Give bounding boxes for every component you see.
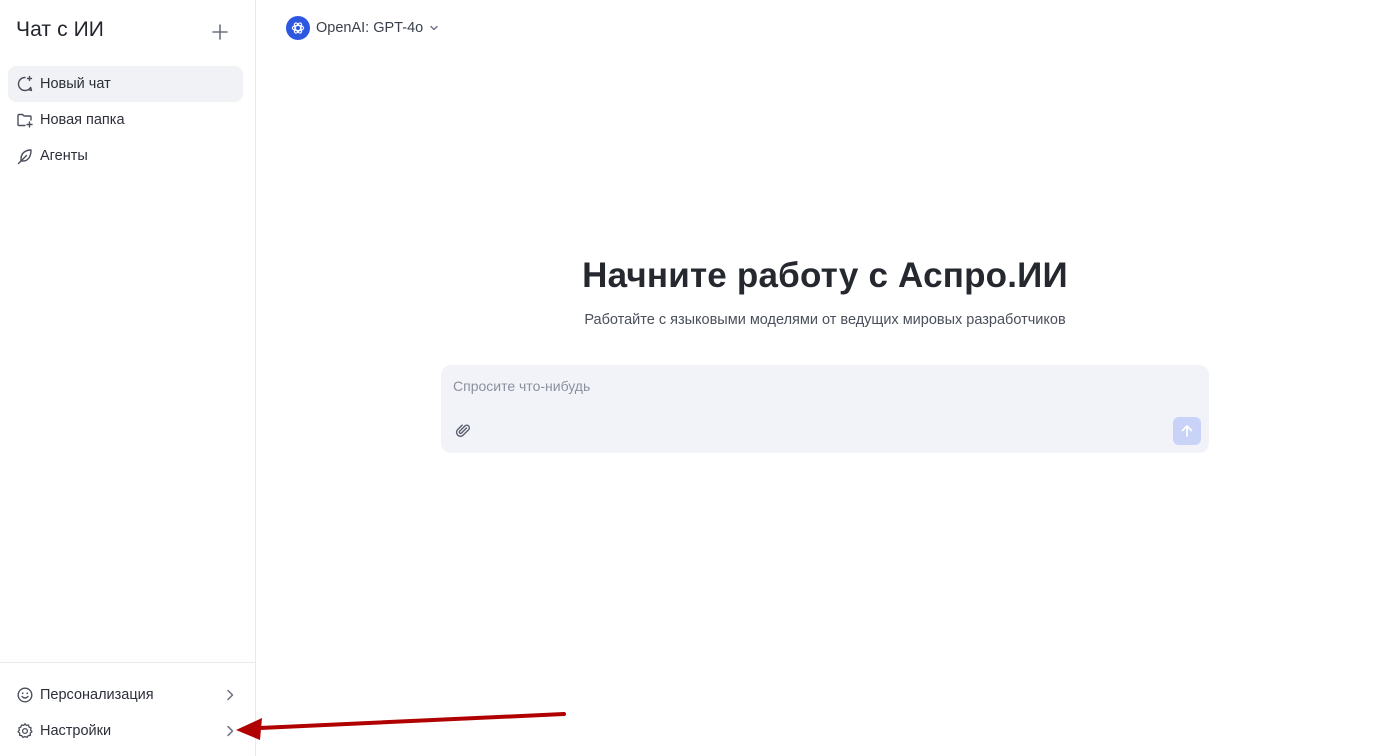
sidebar-item-label: Персонализация	[40, 687, 154, 703]
sidebar-title: Чат с ИИ	[16, 18, 104, 41]
sidebar-item-new-chat[interactable]: Новый чат	[8, 66, 243, 102]
hero-subtitle: Работайте с языковыми моделями от ведущи…	[584, 312, 1066, 328]
sidebar-item-new-folder[interactable]: Новая папка	[8, 102, 243, 138]
sidebar-nav: Новый чат Новая папка Агенты	[8, 66, 243, 174]
arrow-up-icon	[1181, 425, 1193, 437]
sidebar-item-label: Новый чат	[40, 76, 111, 92]
sidebar-item-label: Настройки	[40, 723, 112, 739]
plus-icon	[212, 24, 228, 40]
sidebar-item-agents[interactable]: Агенты	[8, 138, 243, 174]
new-chat-plus-button[interactable]	[206, 18, 234, 46]
sidebar-item-label: Агенты	[40, 148, 88, 164]
chevron-right-icon	[227, 725, 234, 737]
attach-button[interactable]	[453, 421, 473, 441]
app-window: Чат с ИИ Новый чат Новая папка Агенты Пе…	[0, 0, 1388, 756]
feather-icon	[16, 147, 34, 165]
openai-logo-icon	[286, 16, 310, 40]
sidebar-item-personalization[interactable]: Персонализация	[8, 677, 243, 713]
gear-icon	[16, 722, 34, 740]
chevron-right-icon	[227, 689, 234, 701]
model-label: OpenAI: GPT-4o	[316, 20, 424, 36]
sidebar-item-settings[interactable]: Настройки	[8, 713, 243, 749]
annotation-arrow	[236, 712, 566, 740]
sidebar: Чат с ИИ Новый чат Новая папка Агенты Пе…	[0, 0, 256, 756]
sidebar-item-label: Новая папка	[40, 112, 125, 128]
chat-plus-icon	[16, 75, 34, 93]
composer	[441, 365, 1209, 453]
prompt-input[interactable]	[453, 375, 1193, 397]
send-button[interactable]	[1173, 417, 1201, 445]
chevron-down-icon	[428, 22, 440, 34]
folder-plus-icon	[16, 111, 34, 129]
smile-icon	[16, 686, 34, 704]
paperclip-icon	[455, 424, 471, 437]
sidebar-header: Чат с ИИ	[0, 0, 255, 62]
model-selector[interactable]: OpenAI: GPT-4o	[286, 16, 440, 40]
hero-title: Начните работу с Аспро.ИИ	[582, 256, 1068, 295]
sidebar-footer: Персонализация Настройки	[0, 662, 255, 756]
